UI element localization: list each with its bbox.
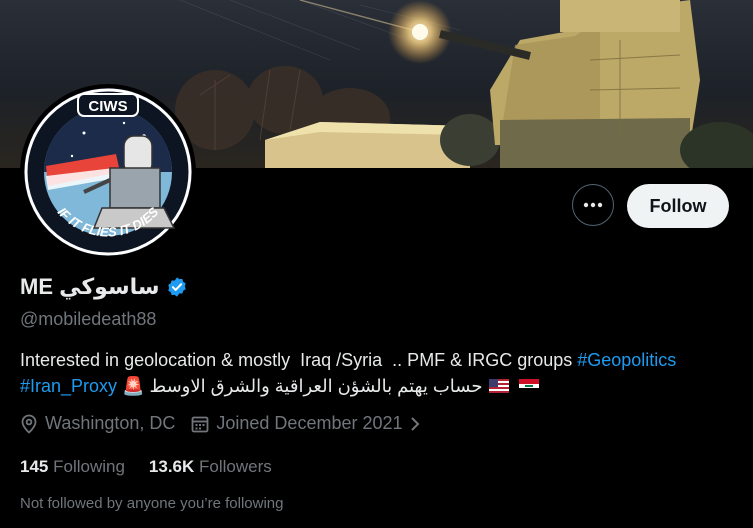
verified-badge-icon[interactable] — [166, 276, 188, 298]
bio-text: Interested in geolocation & mostly Iraq … — [20, 350, 578, 370]
ciws-logo-avatar: CIWS IF IT FLIES IT DIES — [24, 88, 192, 256]
bio: Interested in geolocation & mostly Iraq … — [20, 347, 735, 399]
followers-link[interactable]: 13.6K Followers — [149, 457, 272, 477]
follow-button[interactable]: Follow — [627, 184, 729, 228]
siren-emoji: 🚨 — [122, 376, 145, 396]
followers-label: Followers — [199, 457, 272, 476]
joined-text: Joined December 2021 — [216, 413, 403, 433]
bio-line-2: #Iran_Proxy 🚨 حساب يهتم بالشؤن العراقية … — [20, 373, 735, 399]
following-link[interactable]: 145 Following — [20, 457, 125, 477]
avatar-badge-top: CIWS — [88, 98, 127, 115]
more-options-button[interactable] — [572, 184, 614, 226]
ellipsis-icon — [583, 202, 603, 208]
calendar-icon — [191, 416, 209, 432]
iraq-flag-icon — [518, 379, 539, 393]
bio-arabic-text: حساب يهتم بالشؤن العراقية والشرق الاوسط — [149, 376, 483, 396]
location-pin-icon — [21, 414, 37, 434]
follow-stats: 145 Following 13.6K Followers — [20, 457, 296, 477]
location: Washington, DC — [20, 413, 175, 434]
chevron-right-icon — [410, 416, 419, 431]
avatar[interactable]: CIWS IF IT FLIES IT DIES — [20, 84, 196, 260]
bio-line-1: Interested in geolocation & mostly Iraq … — [20, 347, 735, 373]
not-followed-notice: Not followed by anyone you’re following — [20, 495, 284, 512]
profile-name-row: ساسوكي ME — [20, 274, 188, 300]
following-count: 145 — [20, 457, 49, 476]
hashtag-geopolitics[interactable]: #Geopolitics — [577, 350, 676, 370]
location-text: Washington, DC — [45, 413, 176, 433]
hashtag-iran-proxy[interactable]: #Iran_Proxy — [20, 376, 117, 396]
display-name: ساسوكي ME — [20, 274, 160, 299]
profile-meta: Washington, DC Joined December 2021 — [20, 413, 436, 434]
following-label: Following — [53, 457, 125, 476]
followers-count: 13.6K — [148, 457, 195, 476]
handle: @mobiledeath88 — [20, 309, 157, 329]
us-flag-icon — [489, 379, 510, 393]
joined-date[interactable]: Joined December 2021 — [191, 413, 419, 434]
